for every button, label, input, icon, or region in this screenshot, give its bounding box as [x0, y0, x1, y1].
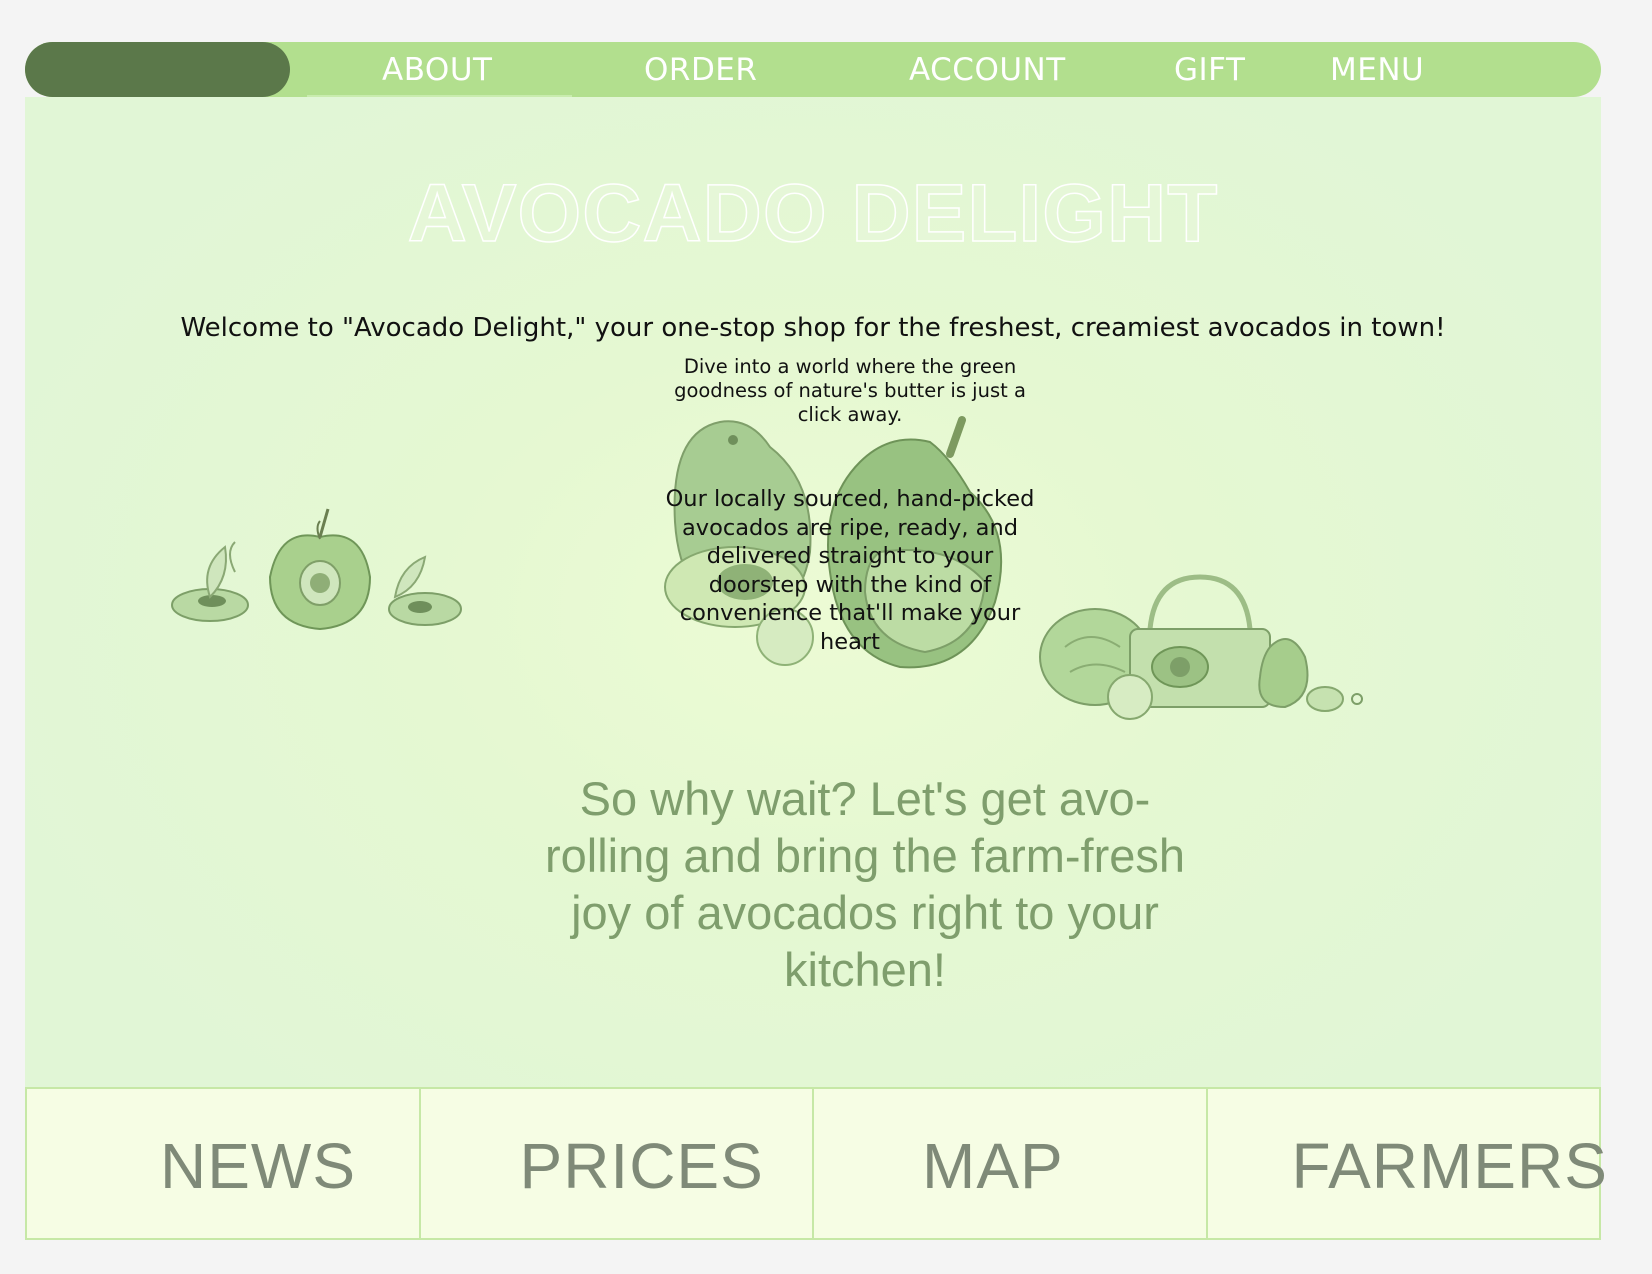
tile-prices-label: PRICES — [519, 1130, 764, 1202]
bottom-tiles: NEWS PRICES MAP FARMERS — [25, 1087, 1607, 1240]
nav-item-gift[interactable]: GIFT — [1174, 52, 1245, 88]
local-text: Our locally sourced, hand-picked avocado… — [665, 486, 1035, 655]
produce-basket-illustration — [1039, 574, 1363, 720]
top-nav: ABOUT ORDER ACCOUNT GIFT MENU — [25, 42, 1601, 98]
tile-farmers-label: FARMERS — [1291, 1130, 1608, 1202]
page-title: AVOCADO DELIGHT — [407, 167, 1219, 260]
hero-section: AVOCADO DELIGHT Welcome to "Avocado Deli… — [25, 97, 1601, 1130]
nav-item-account[interactable]: ACCOUNT — [909, 52, 1066, 88]
page-frame: ABOUT ORDER ACCOUNT GIFT MENU AVOCADO DE… — [25, 42, 1607, 1240]
tile-farmers[interactable]: FARMERS — [1208, 1089, 1607, 1238]
welcome-text: Welcome to "Avocado Delight," your one-s… — [180, 313, 1446, 343]
tile-map[interactable]: MAP — [814, 1089, 1208, 1238]
tile-news[interactable]: NEWS — [27, 1089, 421, 1238]
nav-item-about[interactable]: ABOUT — [382, 52, 492, 88]
apple-avocado-illustration — [171, 508, 462, 631]
tile-map-label: MAP — [922, 1130, 1064, 1202]
nav-item-menu[interactable]: MENU — [1330, 52, 1424, 88]
brand-pill[interactable] — [25, 42, 290, 97]
dive-text: Dive into a world where the green goodne… — [674, 355, 1026, 426]
tile-news-label: NEWS — [160, 1130, 356, 1202]
nav-item-order[interactable]: ORDER — [644, 52, 757, 88]
cta-text: So why wait? Let's get avo-rolling and b… — [544, 772, 1186, 996]
tile-prices[interactable]: PRICES — [421, 1089, 814, 1238]
